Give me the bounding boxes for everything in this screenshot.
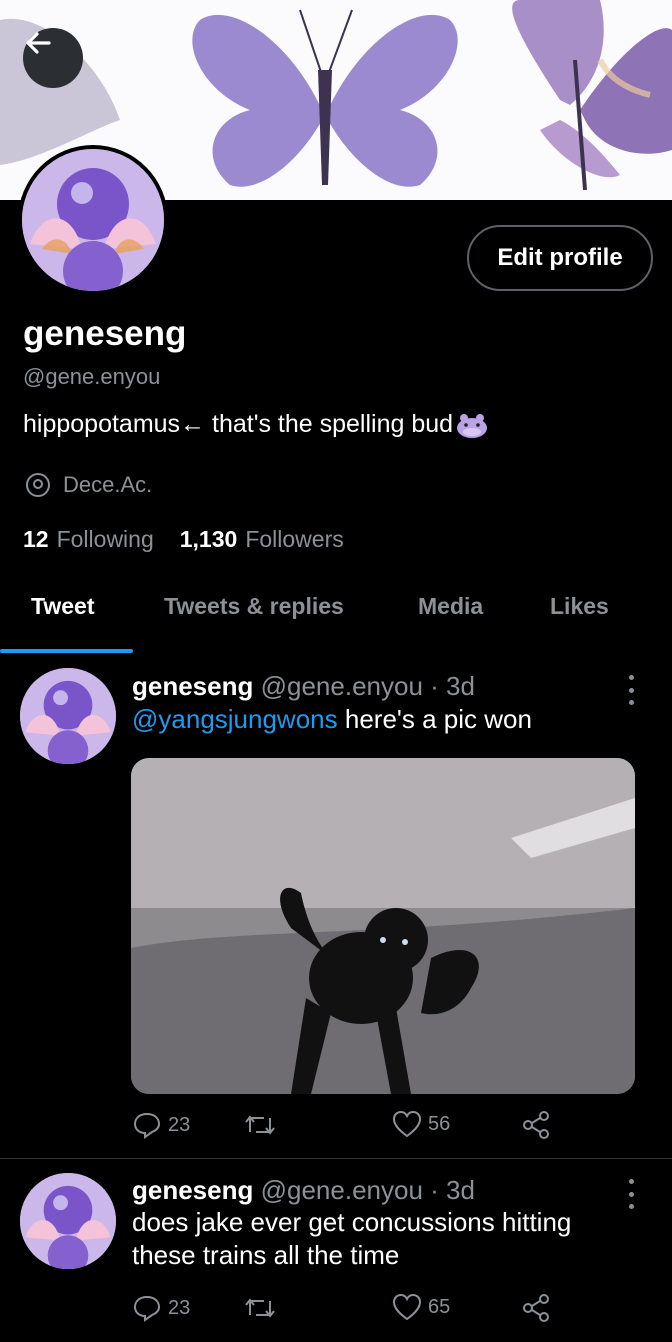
tweet-header: geneseng @gene.enyou · 3d bbox=[132, 671, 475, 702]
reply-icon bbox=[133, 1112, 161, 1139]
heart-icon bbox=[392, 1110, 422, 1138]
following-link[interactable]: 12 Following bbox=[23, 526, 154, 553]
edit-profile-button[interactable]: Edit profile bbox=[467, 225, 653, 291]
tab-tweets-and-replies[interactable]: Tweets & replies bbox=[164, 593, 344, 620]
reply-button[interactable]: 23 bbox=[132, 1293, 190, 1323]
tweet-avatar[interactable] bbox=[20, 1173, 116, 1269]
hippo-emoji-icon bbox=[457, 413, 488, 438]
tweet-author-name[interactable]: geneseng bbox=[132, 1175, 253, 1205]
tweet[interactable]: geneseng @gene.enyou · 3d does jake ever… bbox=[0, 1159, 672, 1342]
reply-icon bbox=[133, 1295, 161, 1322]
tweet-more-button[interactable] bbox=[620, 675, 642, 705]
tab-tweet[interactable]: Tweet bbox=[31, 593, 94, 620]
profile-handle: @gene.enyou bbox=[23, 364, 161, 389]
reply-button[interactable]: 23 bbox=[132, 1110, 190, 1140]
tab-media[interactable]: Media bbox=[418, 593, 483, 620]
tweet-actions: 23 56 bbox=[132, 1110, 552, 1146]
location-text: Dece.Ac. bbox=[63, 472, 153, 497]
tweet-avatar[interactable] bbox=[20, 668, 116, 764]
share-icon bbox=[523, 1111, 549, 1139]
reply-count: 23 bbox=[168, 1113, 191, 1136]
tweet-body: here's a pic won bbox=[337, 704, 532, 734]
profile-avatar[interactable] bbox=[18, 145, 168, 295]
like-count: 65 bbox=[428, 1295, 451, 1318]
tweet-image[interactable] bbox=[131, 758, 635, 1094]
avatar-image bbox=[20, 1173, 116, 1269]
tweet-text: does jake ever get concussions hitting t… bbox=[132, 1207, 572, 1270]
arrow-left-icon bbox=[26, 32, 51, 54]
share-button[interactable] bbox=[522, 1110, 558, 1140]
heart-icon bbox=[392, 1293, 422, 1321]
active-tab-indicator bbox=[0, 649, 133, 653]
tweet-mention[interactable]: @yangsjungwons bbox=[132, 704, 338, 734]
tweet-handle-time: @gene.enyou · 3d bbox=[260, 1175, 475, 1205]
following-label: Following bbox=[56, 526, 154, 552]
followers-link[interactable]: 1,130 Followers bbox=[180, 526, 344, 553]
avatar-image bbox=[20, 668, 116, 764]
profile-display-name: geneseng bbox=[23, 314, 187, 353]
retweet-button[interactable] bbox=[244, 1293, 282, 1323]
retweet-button[interactable] bbox=[244, 1110, 282, 1140]
profile-stats: 12 Following 1,130 Followers bbox=[23, 526, 370, 553]
profile-location: Dece.Ac. bbox=[25, 472, 152, 498]
tweet-handle-time: @gene.enyou · 3d bbox=[260, 671, 475, 701]
back-button[interactable] bbox=[23, 28, 83, 88]
following-count: 12 bbox=[23, 526, 49, 552]
reply-count: 23 bbox=[168, 1296, 191, 1319]
location-pin-icon bbox=[26, 473, 50, 497]
like-button[interactable]: 56 bbox=[392, 1110, 450, 1138]
tweet[interactable]: geneseng @gene.enyou · 3d @yangsjungwons… bbox=[0, 655, 672, 1158]
like-count: 56 bbox=[428, 1112, 451, 1135]
retweet-icon bbox=[245, 1298, 275, 1318]
tab-likes[interactable]: Likes bbox=[550, 593, 609, 620]
bio-text: hippopotamus← that's the spelling bud bbox=[23, 410, 454, 438]
retweet-icon bbox=[245, 1115, 275, 1135]
followers-count: 1,130 bbox=[179, 526, 238, 552]
profile-bio: hippopotamus← that's the spelling bud bbox=[23, 410, 489, 439]
share-icon bbox=[523, 1294, 549, 1322]
profile-tabs: Tweet Tweets & replies Media Likes bbox=[0, 575, 672, 655]
like-button[interactable]: 65 bbox=[392, 1293, 450, 1321]
tweet-author-name[interactable]: geneseng bbox=[132, 671, 253, 701]
cat-photo bbox=[131, 758, 635, 1094]
followers-label: Followers bbox=[245, 526, 344, 552]
tweet-header: geneseng @gene.enyou · 3d bbox=[132, 1175, 475, 1206]
tweet-text: @yangsjungwons here's a pic won bbox=[132, 703, 632, 736]
tweet-actions: 23 65 bbox=[132, 1293, 552, 1329]
tweet-more-button[interactable] bbox=[620, 1179, 642, 1209]
share-button[interactable] bbox=[522, 1293, 558, 1323]
avatar-image bbox=[22, 149, 164, 291]
